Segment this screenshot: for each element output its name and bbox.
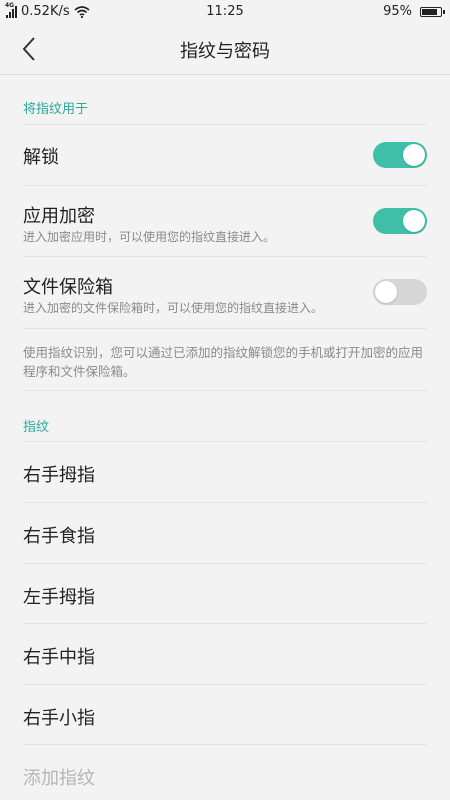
fingerprint-item[interactable]: 右手拇指 bbox=[0, 442, 450, 502]
section-label-use: 将指纹用于 bbox=[23, 102, 89, 117]
fingerprint-label: 左手拇指 bbox=[23, 587, 95, 608]
network-speed: 0.52K/s bbox=[21, 4, 70, 19]
setting-label-file-safe: 文件保险箱 bbox=[23, 277, 113, 298]
fingerprint-note: 使用指纹识别，您可以通过已添加的指纹解锁您的手机或打开加密的应用程序和文件保险箱… bbox=[23, 345, 424, 379]
fingerprint-item[interactable]: 右手食指 bbox=[0, 503, 450, 563]
setting-label-app-lock: 应用加密 bbox=[23, 206, 95, 227]
fingerprint-item[interactable]: 右手中指 bbox=[0, 624, 450, 684]
chevron-left-icon bbox=[22, 37, 35, 61]
file-safe-toggle[interactable] bbox=[373, 279, 427, 305]
wifi-icon bbox=[74, 5, 90, 18]
network-type: 4G bbox=[5, 1, 15, 9]
fingerprint-label: 右手中指 bbox=[23, 647, 95, 668]
status-right: 95% bbox=[383, 4, 445, 19]
fingerprint-label: 右手拇指 bbox=[23, 465, 95, 486]
toggle-knob bbox=[403, 210, 425, 232]
divider bbox=[23, 390, 427, 391]
setting-label-unlock: 解锁 bbox=[23, 147, 59, 168]
app-header: 指纹与密码 bbox=[0, 24, 450, 75]
add-fingerprint-label: 添加指纹 bbox=[23, 768, 95, 789]
toggle-knob bbox=[375, 281, 397, 303]
fingerprint-item[interactable]: 右手小指 bbox=[0, 685, 450, 745]
section-label-fingerprints: 指纹 bbox=[23, 420, 50, 435]
unlock-toggle[interactable] bbox=[373, 142, 427, 168]
battery-percent: 95% bbox=[383, 4, 412, 19]
fingerprint-item[interactable]: 左手拇指 bbox=[0, 564, 450, 624]
status-left: 4G 0.52K/s bbox=[5, 2, 90, 19]
fingerprint-label: 右手食指 bbox=[23, 526, 95, 547]
divider bbox=[23, 328, 427, 329]
setting-row-file-safe: 文件保险箱 进入加密的文件保险箱时，可以使用您的指纹直接进入。 bbox=[0, 257, 450, 327]
add-fingerprint-button[interactable]: 添加指纹 bbox=[0, 745, 450, 800]
page-title: 指纹与密码 bbox=[180, 41, 270, 62]
screen: 4G 0.52K/s 11:25 95% 指纹与密码 将指纹用于 解锁 应用加密… bbox=[0, 0, 450, 800]
toggle-knob bbox=[403, 144, 425, 166]
back-button[interactable] bbox=[14, 34, 44, 64]
signal-icon: 4G bbox=[5, 2, 17, 18]
fingerprint-label: 右手小指 bbox=[23, 708, 95, 729]
setting-desc-app-lock: 进入加密应用时，可以使用您的指纹直接进入。 bbox=[23, 230, 276, 244]
app-lock-toggle[interactable] bbox=[373, 208, 427, 234]
battery-icon bbox=[420, 6, 445, 17]
setting-desc-file-safe: 进入加密的文件保险箱时，可以使用您的指纹直接进入。 bbox=[23, 301, 324, 315]
setting-row-unlock: 解锁 bbox=[0, 125, 450, 185]
setting-row-app-lock: 应用加密 进入加密应用时，可以使用您的指纹直接进入。 bbox=[0, 186, 450, 256]
status-bar: 4G 0.52K/s 11:25 95% bbox=[0, 0, 450, 24]
